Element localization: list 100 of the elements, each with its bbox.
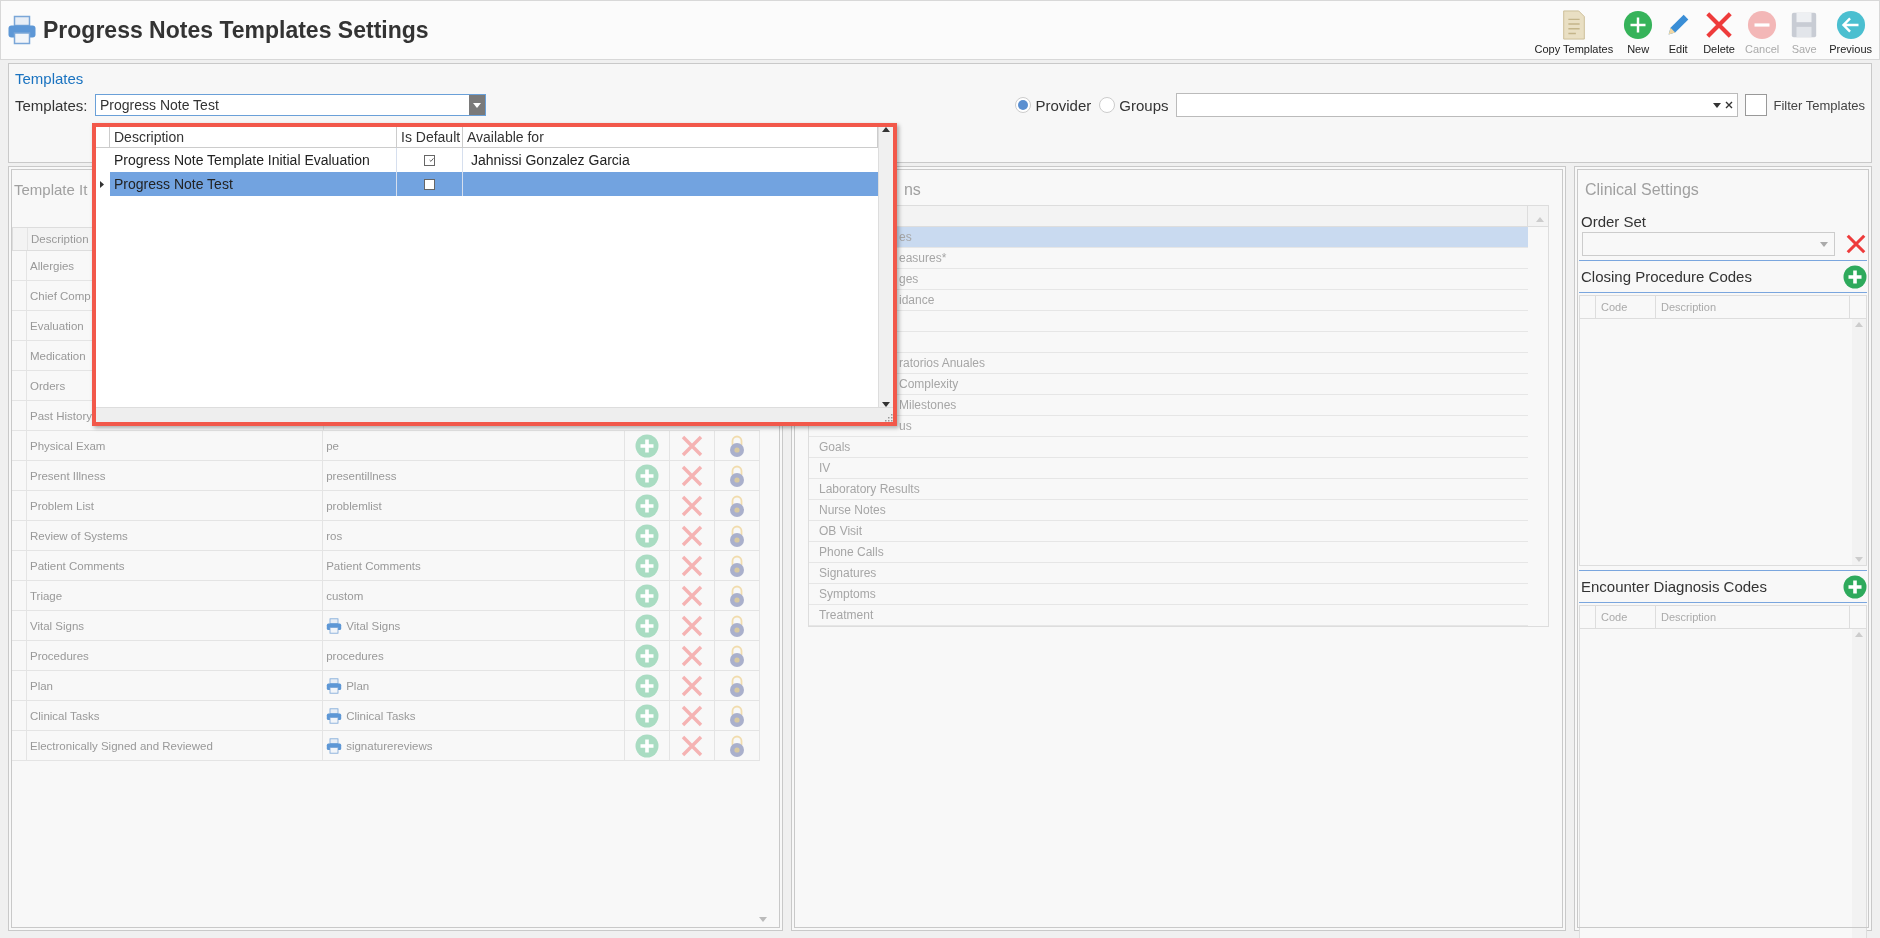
add-icon[interactable] [635, 553, 660, 578]
table-cell: Review of Systems [26, 521, 324, 550]
cell-text: presentillness [326, 469, 397, 482]
list-item[interactable]: Laboratory Results [818, 482, 920, 496]
list-item[interactable]: Goals [818, 440, 851, 454]
add-icon[interactable] [635, 613, 660, 638]
list-item[interactable]: us [898, 419, 912, 433]
table-cell-text: Jahnissi Gonzalez Garcia [470, 152, 630, 168]
list-item[interactable]: idance [898, 293, 935, 307]
table-cell: Plan [26, 671, 324, 700]
panel-title: ns [903, 181, 921, 200]
provider-field[interactable] [1176, 93, 1739, 117]
cell-text: procedures [326, 649, 384, 662]
radio-button[interactable]: Groups [1099, 96, 1169, 114]
list-item[interactable]: IV [818, 461, 831, 475]
column-header: Description [1656, 606, 1850, 628]
cell-text: Plan [346, 679, 370, 692]
close-icon[interactable] [1845, 233, 1867, 255]
add-icon[interactable] [635, 643, 660, 668]
close-icon[interactable] [680, 643, 705, 668]
list-item[interactable]: easures* [898, 251, 947, 265]
cell-text: Patient Comments [326, 559, 421, 572]
list-item[interactable]: Complexity [898, 377, 959, 391]
list-item[interactable]: ratorios Anuales [898, 356, 986, 370]
lock-icon[interactable] [728, 463, 747, 488]
lock-icon[interactable] [728, 433, 747, 458]
field-label: Templates: [15, 96, 89, 114]
scroll-up-icon[interactable] [882, 127, 890, 132]
lock-icon[interactable] [728, 643, 747, 668]
add-icon[interactable] [635, 733, 660, 758]
caret-icon[interactable] [1713, 102, 1722, 108]
add-icon[interactable] [1843, 574, 1867, 599]
printer-icon [326, 677, 343, 694]
close-icon[interactable] [680, 733, 705, 758]
toolbar-button[interactable]: Delete [1702, 9, 1736, 55]
table-cell: Vital Signs [26, 611, 324, 640]
close-icon[interactable] [680, 613, 705, 638]
cell-text: problemlist [326, 499, 382, 512]
checkbox[interactable] [1745, 94, 1768, 116]
panel-title: Clinical Settings [1585, 180, 1699, 200]
close-icon[interactable] [680, 673, 705, 698]
add-icon[interactable] [635, 463, 660, 488]
close-icon[interactable] [680, 493, 705, 518]
add-icon[interactable] [635, 673, 660, 698]
close-icon[interactable] [680, 703, 705, 728]
checkbox[interactable] [424, 154, 435, 166]
close-icon[interactable] [680, 433, 705, 458]
toolbar-button[interactable]: Previous [1828, 9, 1873, 55]
back-icon [1835, 9, 1866, 40]
cell-text: custom [326, 589, 364, 602]
lock-icon[interactable] [728, 703, 747, 728]
column-header: Code [1596, 606, 1656, 628]
toolbar-button[interactable]: New [1622, 9, 1655, 55]
radio-button[interactable]: Provider [1015, 96, 1092, 114]
close-icon[interactable] [680, 463, 705, 488]
add-icon[interactable] [635, 583, 660, 608]
list-item[interactable]: Milestones [898, 398, 957, 412]
check-icon [429, 156, 434, 164]
lock-icon[interactable] [728, 673, 747, 698]
close-icon[interactable] [680, 553, 705, 578]
toolbar-button[interactable]: Edit [1662, 9, 1695, 55]
caret-icon [1820, 241, 1828, 247]
lock-icon[interactable] [728, 493, 747, 518]
checkbox[interactable] [424, 178, 435, 190]
lock-icon[interactable] [728, 613, 747, 638]
table-cell: Progress Note Test [110, 172, 397, 196]
close-icon[interactable] [680, 583, 705, 608]
lock-icon[interactable] [728, 733, 747, 758]
table-cell: Physical Exam [26, 431, 324, 460]
printer-icon [326, 617, 343, 634]
column-header: Is Default [397, 127, 463, 147]
lock-icon[interactable] [728, 523, 747, 548]
table-cell: Patient Comments [26, 551, 324, 580]
printer-icon [7, 15, 37, 45]
order-set-combo[interactable] [1582, 232, 1835, 256]
column-header: Description [110, 127, 397, 147]
list-item[interactable]: OB Visit [818, 524, 863, 538]
add-icon[interactable] [635, 433, 660, 458]
cell-text: Clinical Tasks [346, 709, 416, 722]
resize-grip-icon[interactable] [885, 414, 893, 422]
lock-icon[interactable] [728, 553, 747, 578]
list-item[interactable]: es [898, 230, 912, 244]
close-icon[interactable] [680, 523, 705, 548]
clear-icon[interactable] [1725, 101, 1734, 109]
add-icon[interactable] [635, 523, 660, 548]
list-item[interactable]: Nurse Notes [818, 503, 886, 517]
lock-icon[interactable] [728, 583, 747, 608]
list-item[interactable]: Treatment [818, 608, 874, 622]
template-combo[interactable]: Progress Note Test [95, 94, 486, 116]
cell-text: Vital Signs [346, 619, 401, 632]
cell-text: ros [326, 529, 343, 542]
list-item[interactable]: Signatures [818, 566, 877, 580]
add-icon[interactable] [635, 703, 660, 728]
add-icon[interactable] [635, 493, 660, 518]
list-item[interactable]: ges [898, 272, 919, 286]
column-header: Code [1596, 296, 1656, 318]
toolbar-button[interactable]: Copy Templates [1533, 9, 1615, 55]
list-item[interactable]: Phone Calls [818, 545, 884, 559]
list-item[interactable]: Symptoms [818, 587, 876, 601]
add-icon[interactable] [1843, 264, 1867, 289]
